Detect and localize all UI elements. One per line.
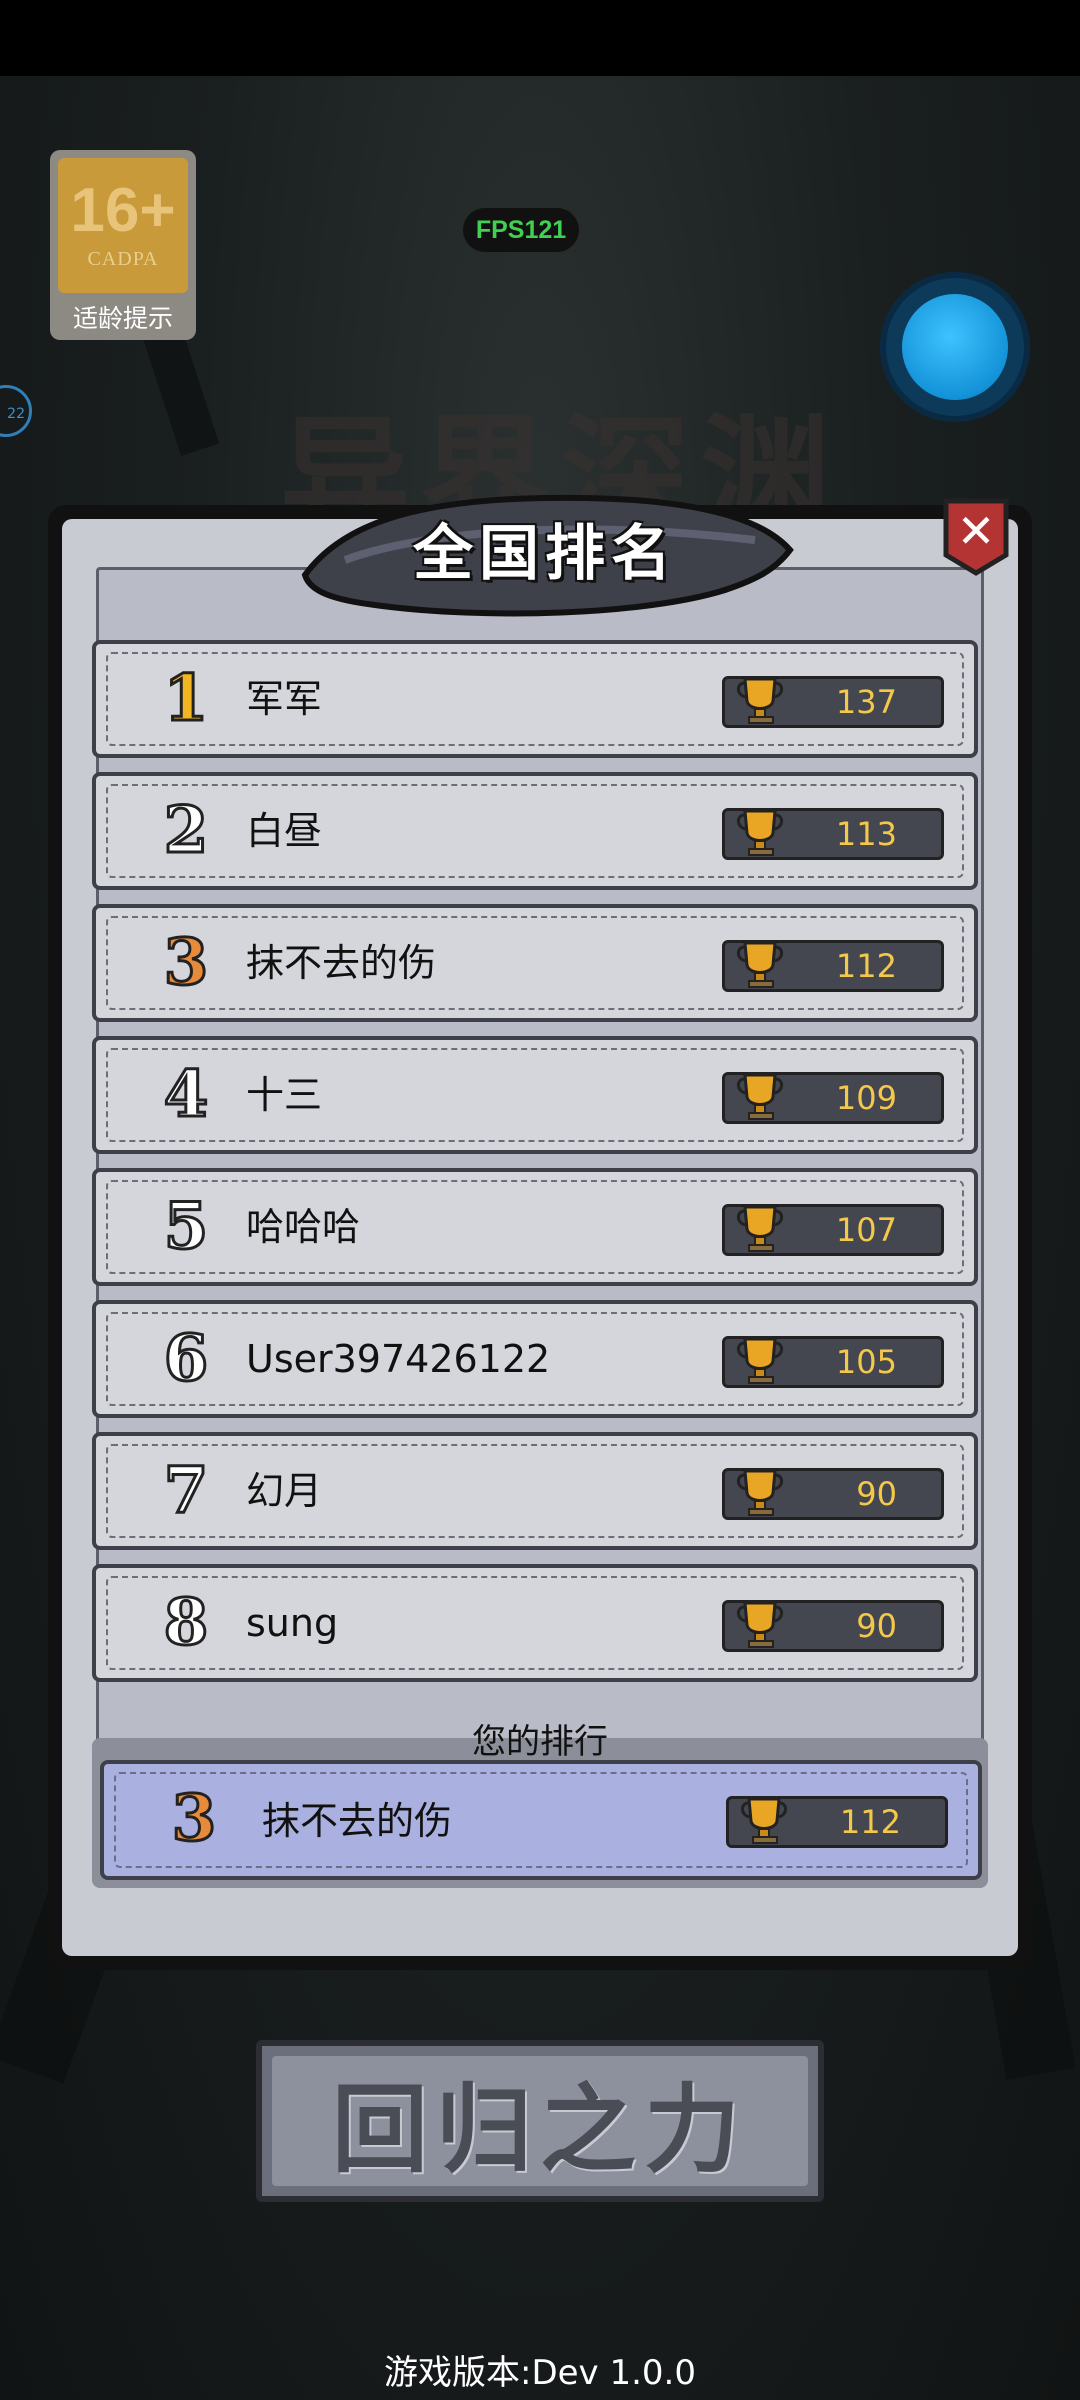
trophy-icon — [737, 809, 783, 856]
trophy-icon — [737, 1601, 783, 1648]
trophy-icon — [737, 941, 783, 988]
ranking-row: 6 User397426122 105 — [92, 1300, 978, 1418]
score-box: 105 — [722, 1336, 944, 1388]
score-box: 107 — [722, 1204, 944, 1256]
player-score: 90 — [856, 1607, 897, 1645]
ranking-row: 2 白昼 113 — [92, 772, 978, 890]
ranking-row: 8 sung 90 — [92, 1564, 978, 1682]
close-x-icon: ✕ — [956, 504, 996, 558]
return-power-button[interactable]: 回归之力 — [256, 2040, 824, 2202]
rank-number: 8 — [162, 1584, 210, 1662]
trophy-icon — [737, 1337, 783, 1384]
rank-number: 4 — [162, 1056, 210, 1134]
player-name: 白昼 — [246, 809, 323, 853]
your-rank-score: 112 — [839, 1803, 901, 1841]
return-button-label: 回归之力 — [332, 2073, 748, 2186]
your-rank-name: 抹不去的伤 — [262, 1799, 453, 1843]
rank-number: 7 — [162, 1452, 210, 1530]
player-score: 107 — [835, 1211, 897, 1249]
fps-counter: FPS121 — [463, 208, 579, 252]
trophy-icon — [737, 677, 783, 724]
dialog-title: 全国排名 — [413, 519, 677, 589]
rank-number: 3 — [162, 924, 210, 1002]
player-score: 105 — [835, 1343, 897, 1381]
close-button[interactable]: ✕ — [940, 495, 1012, 577]
rank-number: 2 — [162, 792, 210, 870]
age-rating-badge: 16+ CADPA 适龄提示 — [50, 150, 196, 340]
trophy-icon — [737, 1469, 783, 1516]
player-score: 137 — [835, 683, 897, 721]
rank-number: 1 — [162, 660, 210, 738]
player-score: 90 — [856, 1475, 897, 1513]
rank-number: 5 — [162, 1188, 210, 1266]
score-box: 90 — [722, 1600, 944, 1652]
player-name: 哈哈哈 — [246, 1205, 361, 1249]
trophy-icon — [737, 1073, 783, 1120]
player-name: sung — [246, 1601, 339, 1645]
player-score: 112 — [835, 947, 897, 985]
age-rating: 16+ — [70, 176, 176, 245]
player-score: 113 — [835, 815, 897, 853]
player-name: 抹不去的伤 — [246, 941, 437, 985]
your-rank-label: 您的排行 — [472, 1722, 608, 1762]
score-box: 113 — [722, 808, 944, 860]
status-bar — [0, 0, 1080, 76]
score-box: 112 — [726, 1796, 948, 1848]
your-rank-row: 3 抹不去的伤 112 — [100, 1760, 982, 1880]
rank-number: 6 — [162, 1320, 210, 1398]
floating-assist-button[interactable] — [880, 272, 1030, 422]
trophy-icon — [741, 1797, 787, 1844]
player-name: 幻月 — [246, 1469, 323, 1513]
ranking-row: 4 十三 109 — [92, 1036, 978, 1154]
ranking-list: 1 军军 137 2 白昼 113 3 抹不去的伤 112 4 十三 109 5… — [92, 640, 978, 1696]
trophy-icon — [737, 1205, 783, 1252]
version-label: 游戏版本:Dev 1.0.0 — [384, 2353, 696, 2393]
score-box: 112 — [722, 940, 944, 992]
player-name: 十三 — [246, 1073, 323, 1117]
your-rank-number: 3 — [170, 1780, 218, 1858]
player-name: 军军 — [246, 677, 323, 721]
ranking-row: 7 幻月 90 — [92, 1432, 978, 1550]
ranking-row: 3 抹不去的伤 112 — [92, 904, 978, 1022]
ranking-row: 5 哈哈哈 107 — [92, 1168, 978, 1286]
score-box: 137 — [722, 676, 944, 728]
rating-org: CADPA — [87, 248, 159, 270]
score-box: 90 — [722, 1468, 944, 1520]
score-box: 109 — [722, 1072, 944, 1124]
player-score: 109 — [835, 1079, 897, 1117]
player-name: User397426122 — [246, 1337, 551, 1381]
ranking-row: 1 军军 137 — [92, 640, 978, 758]
dialog-title-banner: 全国排名 — [285, 480, 805, 630]
age-tip-label: 适龄提示 — [72, 304, 173, 333]
assist-orb-icon — [902, 294, 1008, 400]
